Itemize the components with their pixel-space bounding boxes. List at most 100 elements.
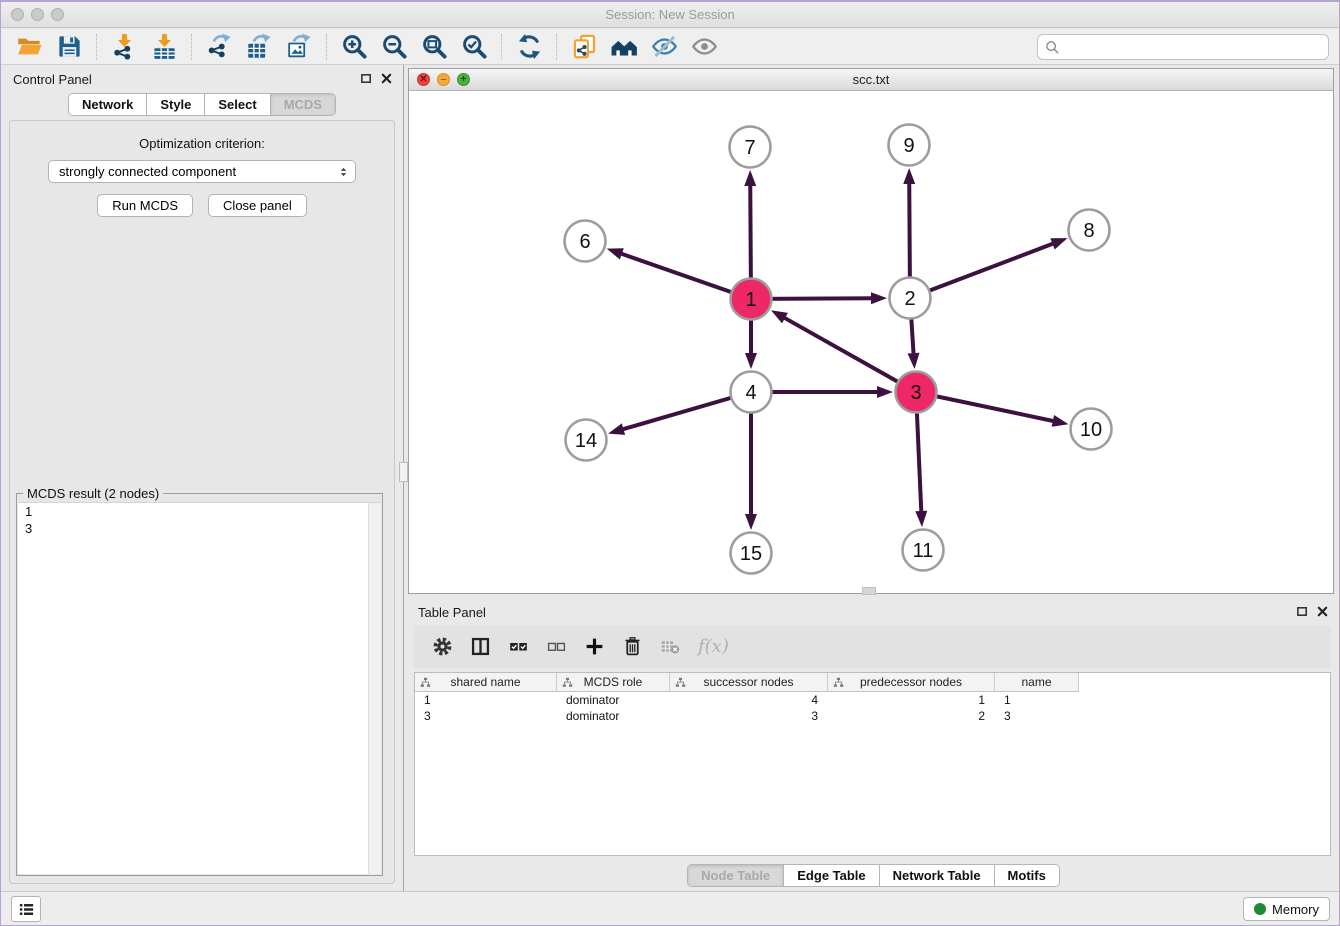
table-row[interactable]: 1dominator411	[415, 692, 1330, 708]
graph-node[interactable]: 14	[566, 420, 607, 461]
graph-node[interactable]: 2	[890, 278, 931, 319]
column-header-predecessor-nodes[interactable]: predecessor nodes	[828, 673, 995, 692]
deselect-all-button[interactable]	[546, 636, 567, 657]
split-handle-vertical[interactable]	[399, 462, 408, 482]
export-table-button[interactable]	[239, 31, 279, 63]
control-panel-tabs: NetworkStyleSelectMCDS	[1, 93, 403, 116]
tab-motifs[interactable]: Motifs	[995, 865, 1059, 886]
export-network-button[interactable]	[199, 31, 239, 63]
zoom-in-button[interactable]	[334, 31, 374, 63]
graph-node[interactable]: 6	[565, 221, 606, 262]
export-image-icon	[286, 33, 313, 60]
select-all-icon	[508, 636, 529, 657]
table-cell: 3	[995, 709, 1079, 723]
column-header-successor-nodes[interactable]: successor nodes	[670, 673, 828, 692]
export-image-button[interactable]	[279, 31, 319, 63]
table-row[interactable]: 3dominator323	[415, 708, 1330, 724]
tab-style[interactable]: Style	[147, 94, 205, 115]
zoom-out-button[interactable]	[374, 31, 414, 63]
graph-node[interactable]: 7	[730, 127, 771, 168]
close-panel-button[interactable]: Close panel	[208, 194, 307, 217]
node-table-body: 1dominator4113dominator323	[415, 692, 1330, 724]
graph-node[interactable]: 8	[1069, 210, 1110, 251]
split-handle-horizontal[interactable]	[862, 587, 876, 595]
clone-network-icon	[571, 33, 598, 60]
apply-layout-button[interactable]	[509, 31, 549, 63]
node-table[interactable]: shared name MCDS rolesuccessor nodes prede…	[414, 672, 1331, 856]
first-neighbors-button[interactable]	[604, 31, 644, 63]
graph-node[interactable]: 10	[1071, 409, 1112, 450]
add-entry-button[interactable]	[584, 636, 605, 657]
clone-network-button[interactable]	[564, 31, 604, 63]
graph-edge[interactable]	[916, 392, 1068, 427]
graph-node[interactable]: 1	[731, 279, 772, 320]
column-type-icon	[562, 677, 573, 688]
column-header-label: shared name	[450, 675, 520, 689]
table-cell: 2	[828, 709, 995, 723]
search-icon	[1045, 40, 1060, 55]
graph-edge[interactable]	[910, 238, 1067, 298]
show-columns-button[interactable]	[470, 636, 491, 657]
graph-edge[interactable]	[771, 310, 916, 392]
close-panel-icon[interactable]	[380, 72, 393, 85]
show-all-button[interactable]	[684, 31, 724, 63]
zoom-in-icon	[341, 33, 368, 60]
open-file-icon	[16, 33, 43, 60]
zoom-fit-button[interactable]	[414, 31, 454, 63]
delete-entry-button[interactable]	[622, 636, 643, 657]
import-table-button[interactable]	[144, 31, 184, 63]
graph-node[interactable]: 3	[896, 372, 937, 413]
control-panel-title: Control Panel	[13, 72, 92, 87]
run-mcds-button[interactable]: Run MCDS	[97, 194, 193, 217]
graph-node[interactable]: 4	[731, 372, 772, 413]
zoom-out-icon	[381, 33, 408, 60]
table-settings-button[interactable]	[432, 636, 453, 657]
tab-network-table[interactable]: Network Table	[880, 865, 995, 886]
search-field[interactable]	[1037, 34, 1329, 60]
close-table-panel-icon[interactable]	[1316, 605, 1329, 618]
open-file-button[interactable]	[9, 31, 49, 63]
network-title: scc.txt	[409, 72, 1333, 87]
select-all-button[interactable]	[508, 636, 529, 657]
import-network-button[interactable]	[104, 31, 144, 63]
toolbar-separator	[501, 34, 502, 60]
show-all-icon	[691, 33, 718, 60]
tab-select[interactable]: Select	[205, 94, 270, 115]
tab-node-table[interactable]: Node Table	[688, 865, 784, 886]
hide-selected-button[interactable]	[644, 31, 684, 63]
float-table-panel-icon[interactable]	[1296, 605, 1309, 618]
hide-selected-icon	[651, 33, 678, 60]
zoom-selected-icon	[461, 33, 488, 60]
graph-edge[interactable]	[608, 392, 751, 435]
search-input[interactable]	[1060, 40, 1328, 55]
column-header-name[interactable]: name	[995, 673, 1079, 692]
task-history-button[interactable]	[11, 896, 41, 922]
optimization-criterion-select[interactable]: strongly connected component	[48, 160, 356, 183]
table-tabs: Node TableEdge TableNetwork TableMotifs	[408, 864, 1339, 887]
tab-group: Node TableEdge TableNetwork TableMotifs	[687, 864, 1060, 887]
mcds-result-list[interactable]: 13	[18, 502, 381, 874]
column-header-MCDS-role[interactable]: MCDS role	[557, 673, 670, 692]
column-header-label: name	[1021, 675, 1051, 689]
delete-table-icon	[660, 636, 681, 657]
graph-node[interactable]: 11	[903, 530, 944, 571]
graph-edge[interactable]	[607, 248, 751, 299]
memory-status-icon	[1254, 903, 1266, 915]
tab-mcds[interactable]: MCDS	[271, 94, 335, 115]
memory-button[interactable]: Memory	[1243, 897, 1330, 921]
graph-node[interactable]: 9	[889, 125, 930, 166]
graph-node[interactable]: 15	[731, 533, 772, 574]
tab-network[interactable]: Network	[69, 94, 147, 115]
zoom-selected-button[interactable]	[454, 31, 494, 63]
result-scrollbar[interactable]	[368, 503, 381, 874]
network-canvas[interactable]: 7 9 6 8 1 2 4 3 14 10 15 11	[409, 91, 1333, 593]
mcds-panel: Optimization criterion: strongly connect…	[9, 120, 395, 884]
optimization-criterion-label: Optimization criterion:	[10, 136, 394, 151]
first-neighbors-icon	[611, 33, 638, 60]
column-header-label: predecessor nodes	[860, 675, 962, 689]
float-panel-icon[interactable]	[360, 72, 373, 85]
save-session-button[interactable]	[49, 31, 89, 63]
function-builder-button: f(x)	[698, 636, 729, 657]
tab-edge-table[interactable]: Edge Table	[784, 865, 879, 886]
column-header-shared-name[interactable]: shared name	[415, 673, 557, 692]
